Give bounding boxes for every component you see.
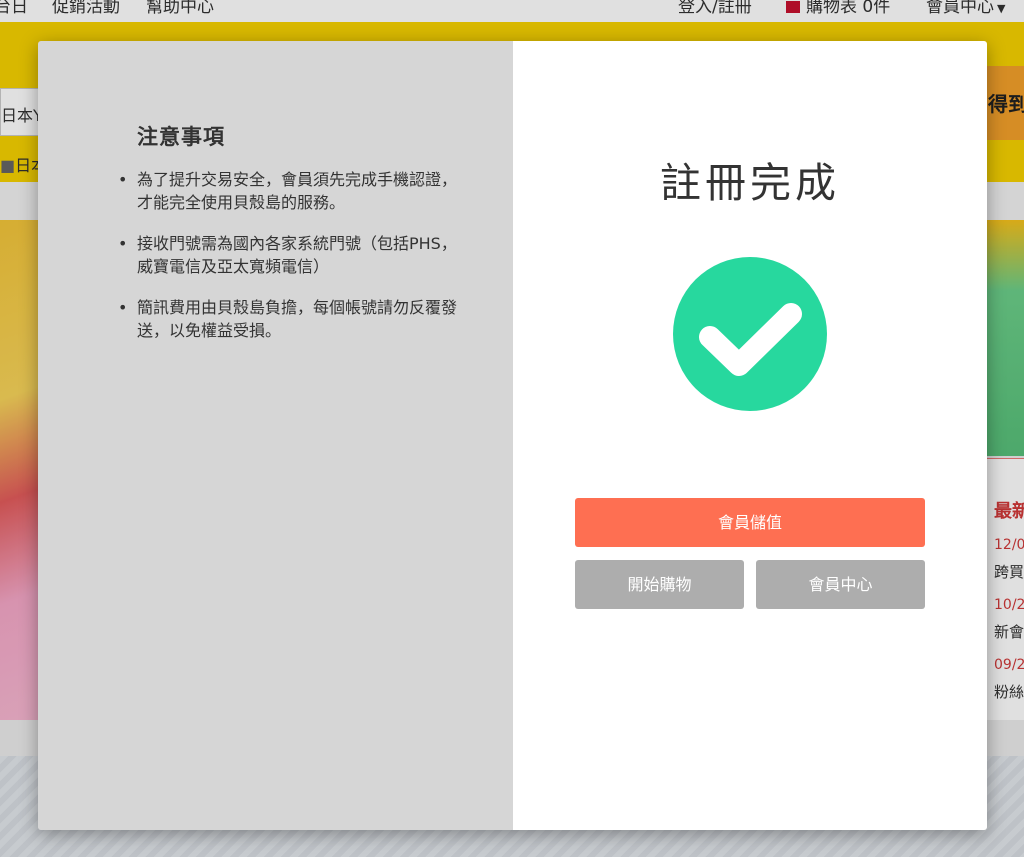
- notice-item: 為了提升交易安全，會員須先完成手機認證，才能完全使用貝殼島的服務。: [116, 168, 458, 214]
- notice-panel: 注意事項 為了提升交易安全，會員須先完成手機認證，才能完全使用貝殼島的服務。 接…: [38, 41, 513, 830]
- checkmark-icon: [699, 303, 802, 376]
- success-panel: 註冊完成 會員儲值 開始購物 會員中心: [513, 41, 987, 830]
- notice-item: 接收門號需為國內各家系統門號（包括PHS，威寶電信及亞太寬頻電信）: [116, 232, 458, 278]
- notice-list: 為了提升交易安全，會員須先完成手機認證，才能完全使用貝殼島的服務。 接收門號需為…: [116, 168, 458, 360]
- notice-title: 注意事項: [137, 125, 225, 149]
- member-topup-button[interactable]: 會員儲值: [575, 498, 925, 547]
- member-center-button[interactable]: 會員中心: [756, 560, 925, 609]
- notice-item: 簡訊費用由貝殼島負擔，每個帳號請勿反覆發送，以免權益受損。: [116, 296, 458, 342]
- start-shopping-button[interactable]: 開始購物: [575, 560, 744, 609]
- success-title: 註冊完成: [660, 159, 840, 207]
- registration-complete-modal: 注意事項 為了提升交易安全，會員須先完成手機認證，才能完全使用貝殼島的服務。 接…: [38, 41, 987, 830]
- check-circle-icon: [673, 257, 827, 411]
